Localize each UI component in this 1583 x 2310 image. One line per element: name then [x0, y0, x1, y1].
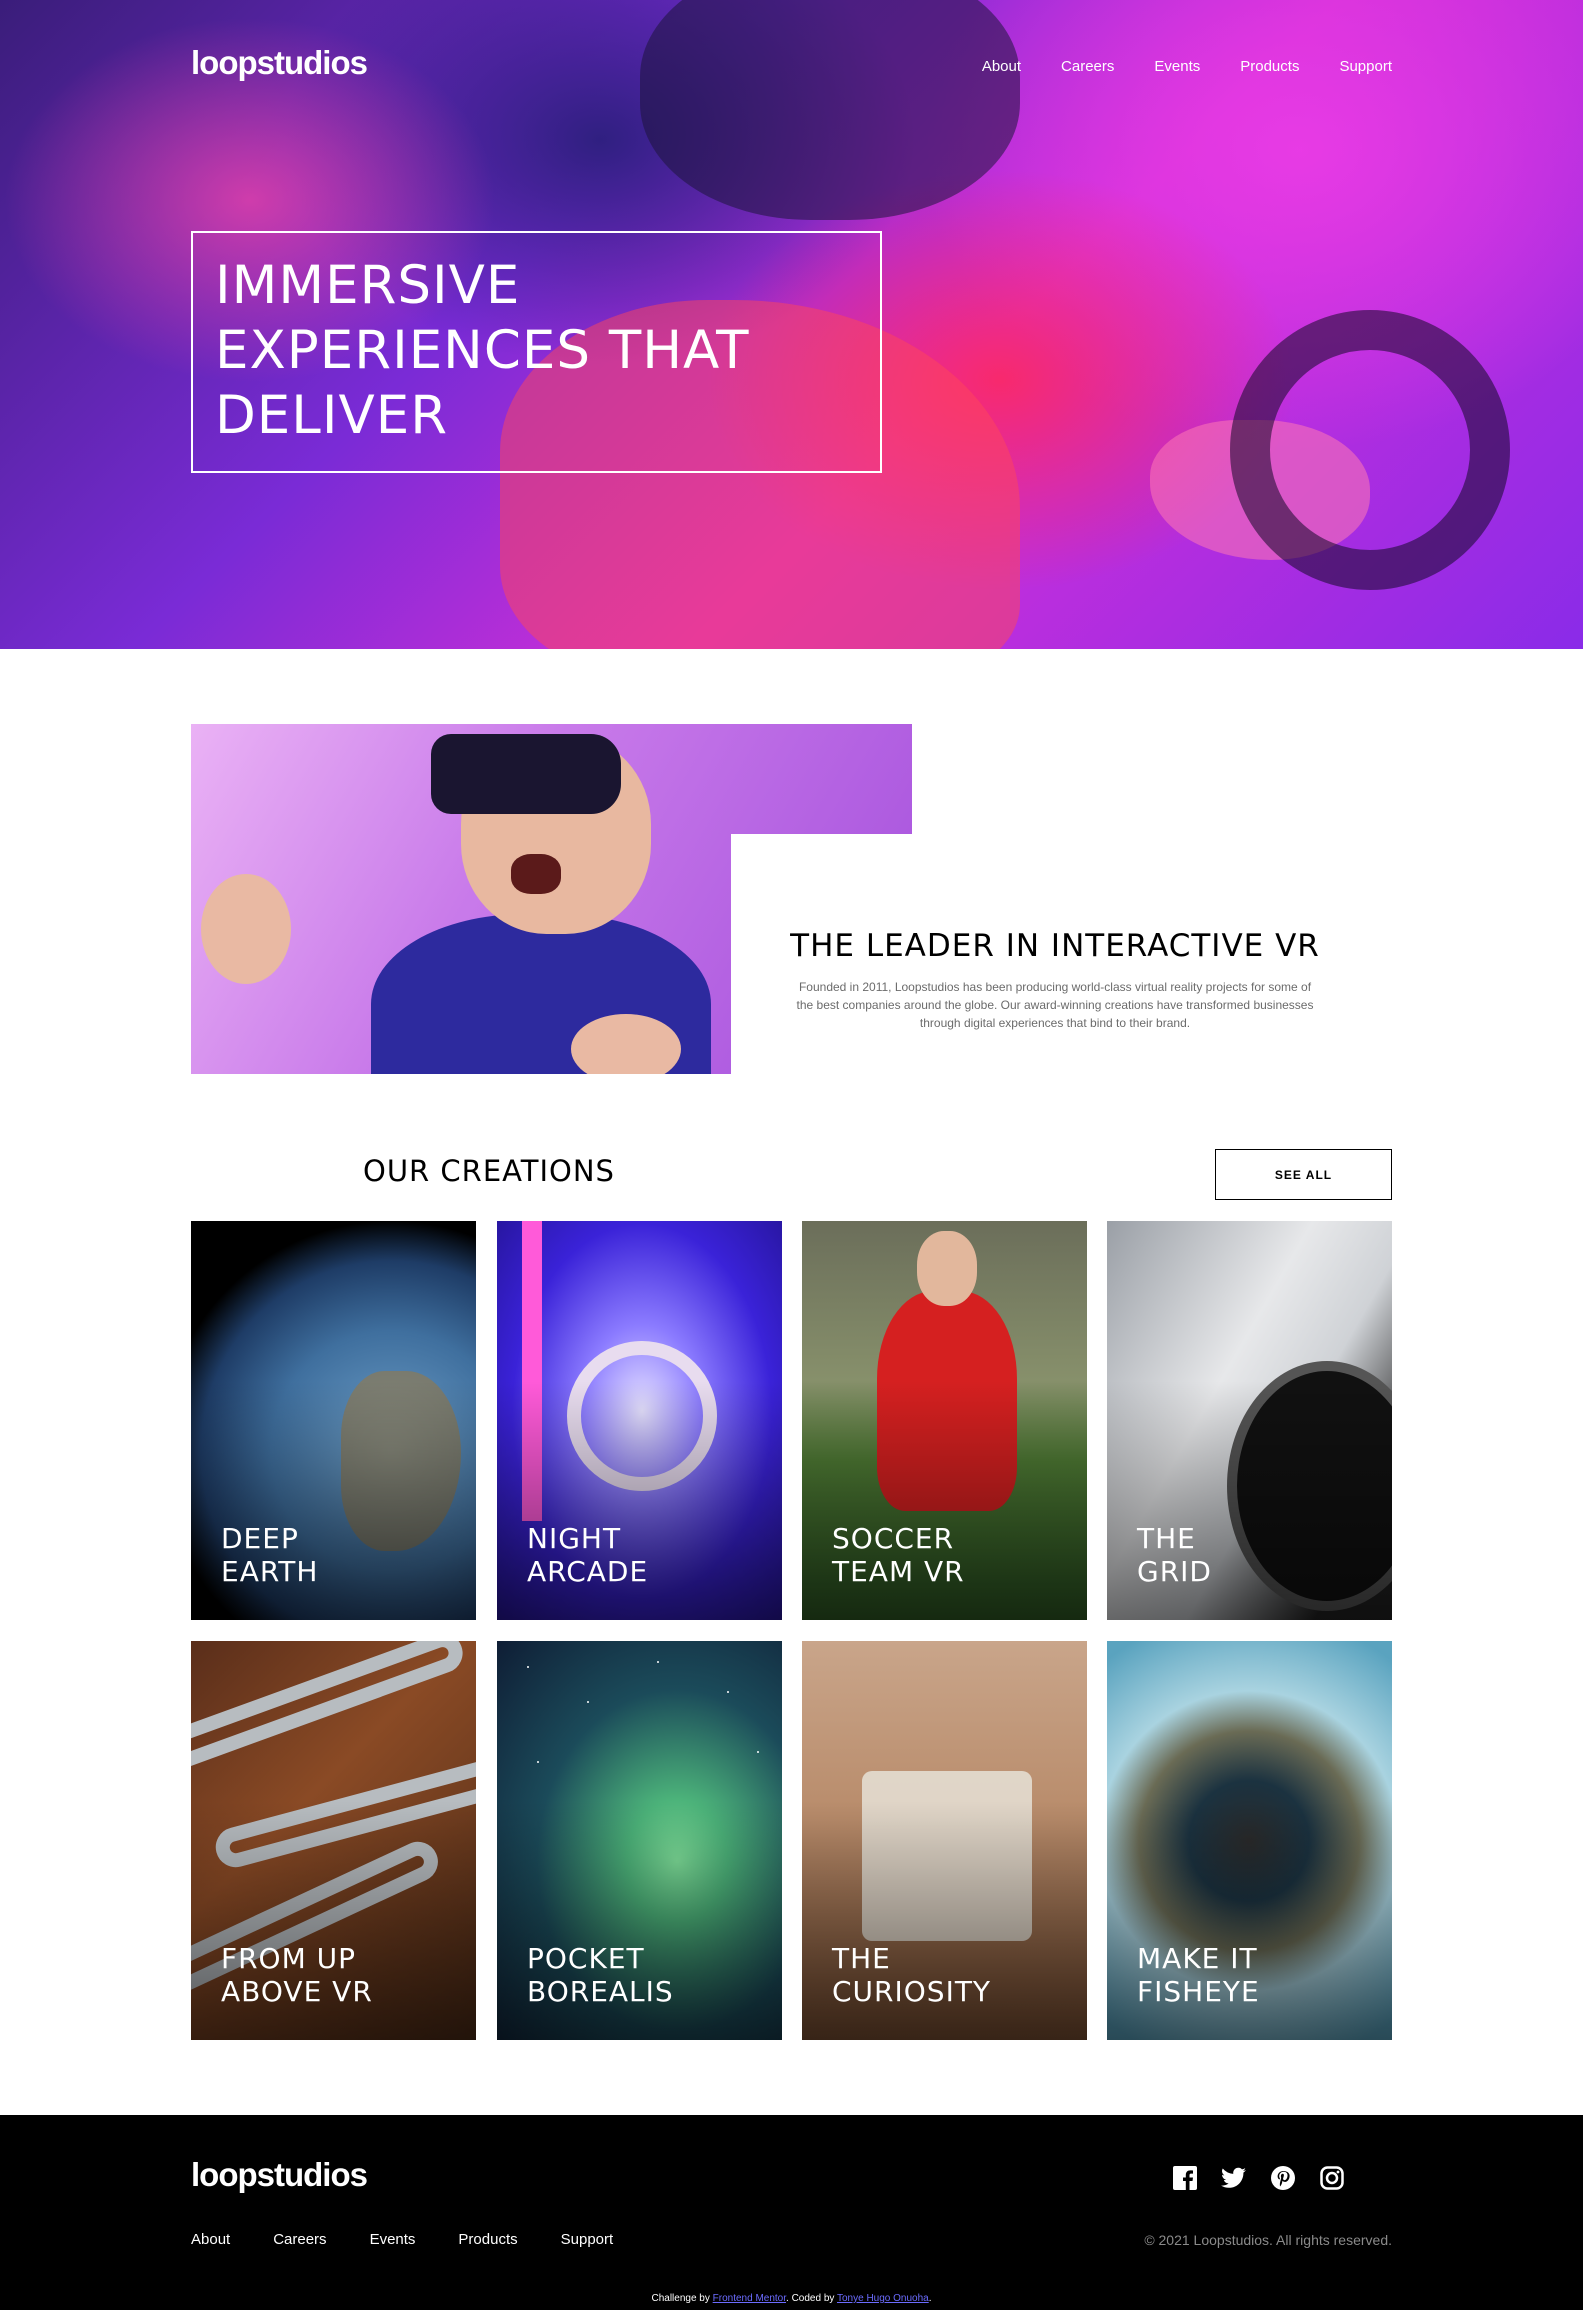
- card-label-line: SOCCER: [832, 1522, 955, 1555]
- facebook-icon[interactable]: [1172, 2165, 1197, 2190]
- star-dot: [657, 1661, 659, 1663]
- footer-link-about[interactable]: About: [191, 2231, 230, 2248]
- hero-title-box: IMMERSIVE EXPERIENCES THAT DELIVER: [191, 231, 882, 473]
- creation-card-deep-earth[interactable]: DEEP EARTH: [191, 1221, 476, 1620]
- card-label-line: MAKE IT: [1137, 1942, 1258, 1975]
- star-dot: [727, 1691, 729, 1693]
- hero-background-steering-wheel: [1230, 310, 1510, 590]
- card-label-line: CURIOSITY: [832, 1975, 992, 2008]
- card-label: POCKET BOREALIS: [527, 1942, 757, 2008]
- card-label: THE CURIOSITY: [832, 1942, 1062, 2008]
- card-label-line: BOREALIS: [527, 1975, 674, 2008]
- nav-link-products[interactable]: Products: [1240, 58, 1299, 75]
- footer-logo[interactable]: loopstudios: [191, 2156, 368, 2194]
- card-label-line: FROM UP: [221, 1942, 357, 1975]
- vr-person-mouth: [511, 854, 561, 894]
- creation-card-soccer-team-vr[interactable]: SOCCER TEAM VR: [802, 1221, 1087, 1620]
- creation-card-the-curiosity[interactable]: THE CURIOSITY: [802, 1641, 1087, 2040]
- star-dot: [537, 1761, 539, 1763]
- card-label-line: GRID: [1137, 1555, 1212, 1588]
- card-label-line: THE: [832, 1942, 891, 1975]
- soccer-player-head: [917, 1231, 977, 1306]
- nav-link-careers[interactable]: Careers: [1061, 58, 1114, 75]
- card-label: DEEP EARTH: [221, 1522, 451, 1588]
- card-label: THE GRID: [1137, 1522, 1367, 1588]
- attribution-prefix: Challenge by: [651, 2293, 713, 2304]
- card-label: FROM UP ABOVE VR: [221, 1942, 451, 2008]
- card-label-line: NIGHT: [527, 1522, 622, 1555]
- card-label-line: DEEP: [221, 1522, 299, 1555]
- card-label-line: EARTH: [221, 1555, 319, 1588]
- creation-card-pocket-borealis[interactable]: POCKET BOREALIS: [497, 1641, 782, 2040]
- see-all-button[interactable]: SEE ALL: [1215, 1149, 1392, 1200]
- social-links: [1172, 2165, 1344, 2190]
- card-label-line: FISHEYE: [1137, 1975, 1260, 2008]
- author-link[interactable]: Tonye Hugo Onuoha: [837, 2293, 929, 2304]
- footer-link-products[interactable]: Products: [458, 2231, 517, 2248]
- footer-nav: About Careers Events Products Support: [191, 2231, 656, 2248]
- site-footer: loopstudios About Careers Events Product…: [0, 2115, 1583, 2310]
- hero-section: loopstudios About Careers Events Product…: [0, 0, 1583, 649]
- star-dot: [757, 1751, 759, 1753]
- card-label: SOCCER TEAM VR: [832, 1522, 1062, 1588]
- attribution-middle: . Coded by: [786, 2293, 837, 2304]
- card-label-line: TEAM VR: [832, 1555, 965, 1588]
- creation-card-night-arcade[interactable]: NIGHT ARCADE: [497, 1221, 782, 1620]
- attribution-suffix: .: [928, 2293, 932, 2304]
- footer-link-events[interactable]: Events: [370, 2231, 416, 2248]
- twitter-icon[interactable]: [1221, 2165, 1246, 2190]
- card-label-line: THE: [1137, 1522, 1196, 1555]
- instagram-icon[interactable]: [1319, 2165, 1344, 2190]
- nav-link-events[interactable]: Events: [1154, 58, 1200, 75]
- vr-headset-icon: [431, 734, 621, 814]
- creation-card-the-grid[interactable]: THE GRID: [1107, 1221, 1392, 1620]
- copyright-text: © 2021 Loopstudios. All rights reserved.: [1144, 2232, 1392, 2248]
- attribution: Challenge by Frontend Mentor. Coded by T…: [0, 2293, 1583, 2304]
- footer-link-support[interactable]: Support: [561, 2231, 614, 2248]
- nav-link-about[interactable]: About: [982, 58, 1021, 75]
- star-dot: [527, 1666, 529, 1668]
- pinterest-icon[interactable]: [1270, 2165, 1295, 2190]
- card-label-line: ABOVE VR: [221, 1975, 373, 2008]
- star-dot: [587, 1701, 589, 1703]
- vr-person-hand: [201, 874, 291, 984]
- card-label-line: POCKET: [527, 1942, 645, 1975]
- winding-road: [191, 1641, 469, 1775]
- frontend-mentor-link[interactable]: Frontend Mentor: [713, 2293, 786, 2304]
- nav-link-support[interactable]: Support: [1339, 58, 1392, 75]
- creations-title: OUR CREATIONS: [363, 1154, 615, 1188]
- hero-title: IMMERSIVE EXPERIENCES THAT DELIVER: [215, 255, 750, 446]
- leader-text-block: THE LEADER IN INTERACTIVE VR Founded in …: [775, 928, 1335, 1032]
- leader-title: THE LEADER IN INTERACTIVE VR: [790, 928, 1320, 964]
- card-label: MAKE IT FISHEYE: [1137, 1942, 1367, 2008]
- creation-card-from-up-above-vr[interactable]: FROM UP ABOVE VR: [191, 1641, 476, 2040]
- card-label: NIGHT ARCADE: [527, 1522, 757, 1588]
- leader-body: Founded in 2011, Loopstudios has been pr…: [796, 980, 1314, 1030]
- footer-link-careers[interactable]: Careers: [273, 2231, 326, 2248]
- main-nav: About Careers Events Products Support: [942, 58, 1392, 75]
- site-logo[interactable]: loopstudios: [191, 44, 368, 82]
- creation-card-make-it-fisheye[interactable]: MAKE IT FISHEYE: [1107, 1641, 1392, 2040]
- card-label-line: ARCADE: [527, 1555, 649, 1588]
- hero-background-figure: [640, 0, 1020, 220]
